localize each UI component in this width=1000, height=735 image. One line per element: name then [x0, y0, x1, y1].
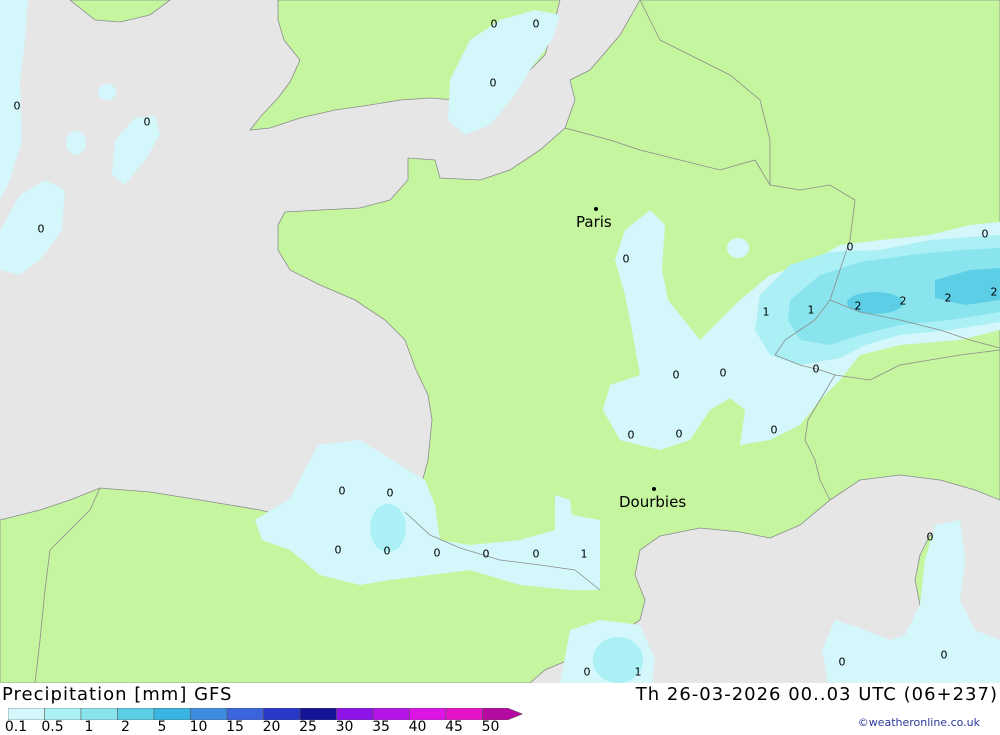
precip-value-label: 0 [334, 543, 342, 557]
precip-value-label: 0 [770, 423, 778, 437]
precip-value-label: 0 [489, 76, 497, 90]
precip-value-label: 0 [981, 227, 989, 241]
city-label-dourbies: Dourbies [619, 493, 687, 511]
map-svg [0, 0, 1000, 684]
precip-value-label: 1 [634, 665, 642, 679]
precip-value-label: 0 [627, 428, 635, 442]
precip-value-label: 0 [482, 547, 490, 561]
precip-value-label: 0 [838, 655, 846, 669]
city-label-paris: Paris [576, 213, 612, 231]
precip-value-label: 0 [532, 17, 540, 31]
map-title: Precipitation [mm] GFS [2, 684, 233, 705]
precip-value-label: 1 [762, 305, 770, 319]
precip-value-label: 0 [622, 252, 630, 266]
city-dot-paris [594, 207, 598, 211]
precip-value-label: 0 [386, 486, 394, 500]
precip-value-label: 0 [675, 427, 683, 441]
precip-value-label: 0 [672, 368, 680, 382]
precip-value-label: 0 [338, 484, 346, 498]
precip-value-label: 0 [719, 366, 727, 380]
precip-value-label: 0 [532, 547, 540, 561]
precipitation-map[interactable]: 0 0 0 0 0 0 0 0 0 0 0 0 1 1 2 2 2 2 0 0 0 0 0 0 0 0 0 1 0 0 0 0 0 1 Paris… [0, 0, 1000, 684]
footer: Precipitation [mm] GFS Th 26-03-2026 00.… [0, 683, 1000, 735]
precip-value-label: 0 [583, 665, 591, 679]
precip-value-label: 0 [926, 530, 934, 544]
precip-value-label: 2 [854, 299, 862, 313]
precip-loire-patch [727, 238, 749, 258]
precip-value-label: 0 [490, 17, 498, 31]
precip-value-label: 2 [944, 291, 952, 305]
precip-value-label: 0 [846, 240, 854, 254]
precip-value-label: 0 [37, 222, 45, 236]
precip-value-label: 2 [899, 294, 907, 308]
precip-value-label: 0 [383, 544, 391, 558]
precip-value-label: 2 [990, 285, 998, 299]
precip-value-label: 0 [433, 546, 441, 560]
precip-value-label: 1 [807, 303, 815, 317]
credit-link[interactable]: ©weatheronline.co.uk [858, 716, 980, 729]
precip-value-label: 0 [812, 362, 820, 376]
precip-value-label: 0 [940, 648, 948, 662]
precip-value-label: 1 [580, 547, 588, 561]
valid-time: Th 26-03-2026 00..03 UTC (06+237) [635, 684, 998, 705]
precip-value-label: 0 [13, 99, 21, 113]
precip-atlantic-patch-d [98, 84, 116, 100]
precip-value-label: 0 [143, 115, 151, 129]
city-dot-dourbies [652, 487, 656, 491]
precip-atlantic-patch-c [66, 131, 86, 155]
